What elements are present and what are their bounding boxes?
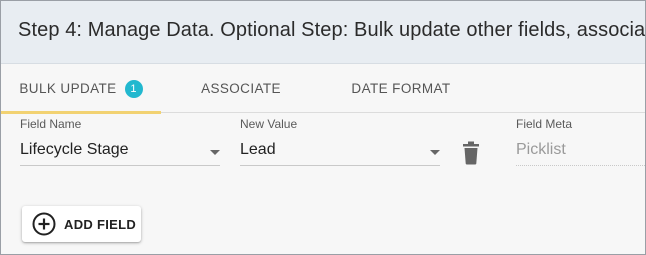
active-tab-indicator (1, 111, 161, 114)
tab-bulk-update[interactable]: BULK UPDATE 1 (1, 64, 161, 114)
chevron-down-icon (210, 150, 220, 155)
new-value-select[interactable]: Lead (240, 139, 440, 166)
tab-date-format[interactable]: DATE FORMAT (321, 64, 481, 113)
page-title: Step 4: Manage Data. Optional Step: Bulk… (18, 19, 646, 41)
add-field-button[interactable]: ADD FIELD (22, 206, 141, 242)
app-frame: Step 4: Manage Data. Optional Step: Bulk… (0, 0, 646, 255)
field-name-label: Field Name (20, 117, 82, 131)
tab-label: ASSOCIATE (201, 81, 281, 96)
new-value-group: New Value Lead (240, 117, 440, 167)
field-name-group: Field Name Lifecycle Stage (20, 117, 220, 167)
tab-label: DATE FORMAT (351, 81, 451, 96)
new-value-label: New Value (240, 117, 298, 131)
tab-label: BULK UPDATE (19, 81, 117, 96)
field-meta-value: Picklist (516, 141, 566, 158)
new-value-value: Lead (240, 141, 276, 158)
count-badge: 1 (124, 79, 143, 98)
field-name-value: Lifecycle Stage (20, 141, 129, 158)
tab-associate[interactable]: ASSOCIATE (161, 64, 321, 113)
plus-circle-icon (32, 212, 56, 236)
field-meta-group: Field Meta Picklist (516, 117, 645, 167)
field-meta-display: Picklist (516, 139, 645, 166)
field-name-select[interactable]: Lifecycle Stage (20, 139, 220, 166)
add-field-label: ADD FIELD (64, 217, 137, 232)
chevron-down-icon (430, 150, 440, 155)
step-header: Step 4: Manage Data. Optional Step: Bulk… (1, 1, 646, 64)
tab-bar: BULK UPDATE 1 ASSOCIATE DATE FORMAT (1, 64, 645, 114)
field-meta-label: Field Meta (516, 117, 573, 131)
trash-icon[interactable] (461, 141, 481, 165)
